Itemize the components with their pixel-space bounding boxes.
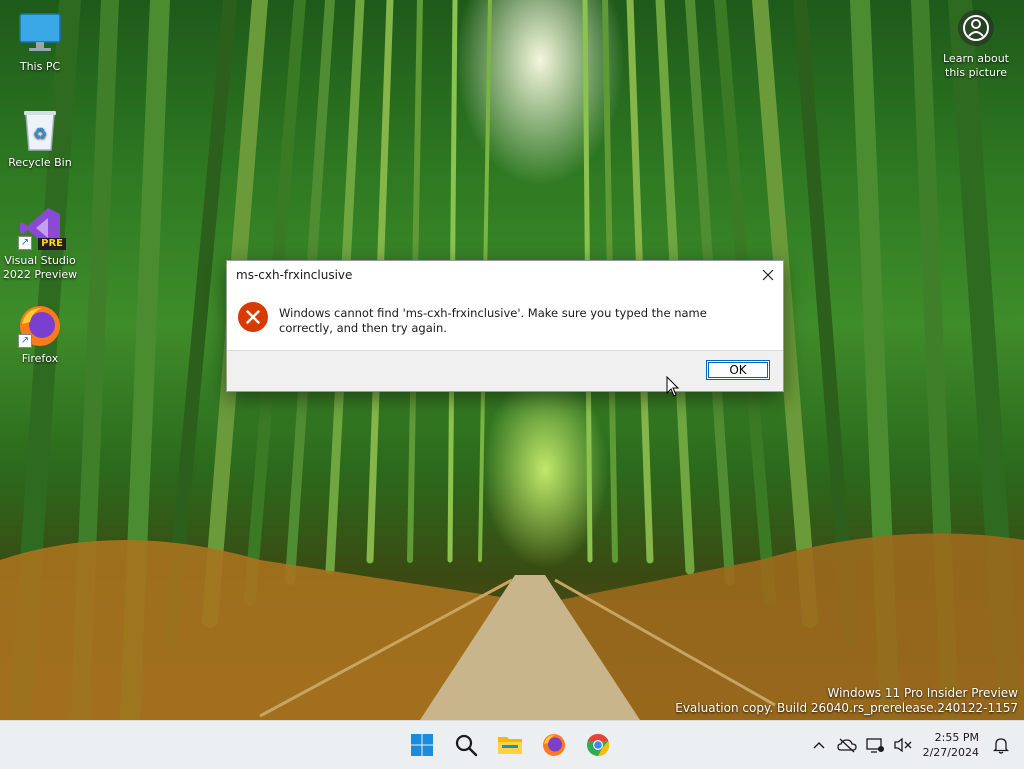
start-button[interactable] — [404, 727, 440, 763]
firefox-label: Firefox — [21, 352, 59, 365]
svg-text:♻: ♻ — [33, 124, 47, 143]
monitor-icon — [16, 10, 64, 58]
firefox-shortcut[interactable]: ↗ Firefox — [2, 302, 78, 366]
recycle-bin-label: Recycle Bin — [8, 156, 72, 169]
shortcut-arrow-icon: ↗ — [18, 236, 32, 250]
firefox-taskbar-button[interactable] — [536, 727, 572, 763]
firefox-icon — [543, 734, 565, 756]
ok-button[interactable]: OK — [706, 360, 770, 380]
build-watermark: Windows 11 Pro Insider Preview Evaluatio… — [675, 686, 1018, 716]
watermark-line1: Windows 11 Pro Insider Preview — [827, 686, 1018, 700]
shortcut-arrow-icon: ↗ — [18, 334, 32, 348]
clock-time: 2:55 PM — [934, 731, 979, 744]
volume-button[interactable] — [892, 734, 914, 756]
chevron-up-icon — [813, 742, 825, 749]
search-button[interactable] — [448, 727, 484, 763]
notifications-button[interactable] — [990, 734, 1012, 756]
watermark-line2: Evaluation copy. Build 26040.rs_prerelea… — [675, 701, 1018, 715]
onedrive-button[interactable] — [836, 734, 858, 756]
bell-icon — [993, 738, 1009, 754]
this-pc-label: This PC — [19, 60, 61, 73]
taskbar: 2:55 PM 2/27/2024 — [0, 720, 1024, 769]
chrome-taskbar-button[interactable] — [580, 727, 616, 763]
system-tray: 2:55 PM 2/27/2024 — [805, 721, 1024, 769]
recycle-bin-shortcut[interactable]: ♻ Recycle Bin — [2, 106, 78, 170]
recycle-bin-icon: ♻ — [16, 106, 64, 154]
error-icon — [237, 301, 269, 333]
dialog-title: ms-cxh-frxinclusive — [236, 268, 353, 282]
visual-studio-shortcut[interactable]: PRE ↗ Visual Studio 2022 Preview — [2, 204, 78, 282]
learn-about-picture[interactable]: Learn about this picture — [936, 10, 1016, 80]
close-button[interactable] — [757, 264, 779, 286]
file-explorer-icon — [498, 737, 522, 754]
show-hidden-icons-button[interactable] — [808, 734, 830, 756]
file-explorer-button[interactable] — [492, 727, 528, 763]
this-pc-shortcut[interactable]: This PC — [2, 10, 78, 74]
pre-badge: PRE — [38, 238, 66, 250]
dialog-footer: OK — [227, 350, 783, 391]
search-icon — [455, 734, 478, 757]
visual-studio-icon: PRE ↗ — [16, 204, 66, 252]
speaker-muted-icon — [893, 737, 912, 753]
firefox-icon: ↗ — [16, 302, 64, 350]
onedrive-offline-icon — [836, 738, 857, 753]
network-icon — [865, 738, 884, 753]
taskbar-apps — [404, 727, 616, 763]
learn-about-picture-label: Learn about this picture — [943, 52, 1009, 79]
error-dialog: ms-cxh-frxinclusive Windows cannot find … — [226, 260, 784, 392]
clock-date: 2/27/2024 — [922, 746, 979, 759]
network-button[interactable] — [864, 734, 886, 756]
start-icon — [411, 734, 433, 756]
camera-info-icon — [958, 10, 994, 46]
mouse-cursor-icon — [666, 376, 680, 397]
chrome-icon — [587, 733, 610, 757]
close-icon — [762, 269, 774, 281]
dialog-message: Windows cannot find 'ms-cxh-frxinclusive… — [279, 306, 707, 335]
visual-studio-label: Visual Studio 2022 Preview — [2, 254, 78, 281]
clock[interactable]: 2:55 PM 2/27/2024 — [923, 730, 979, 760]
